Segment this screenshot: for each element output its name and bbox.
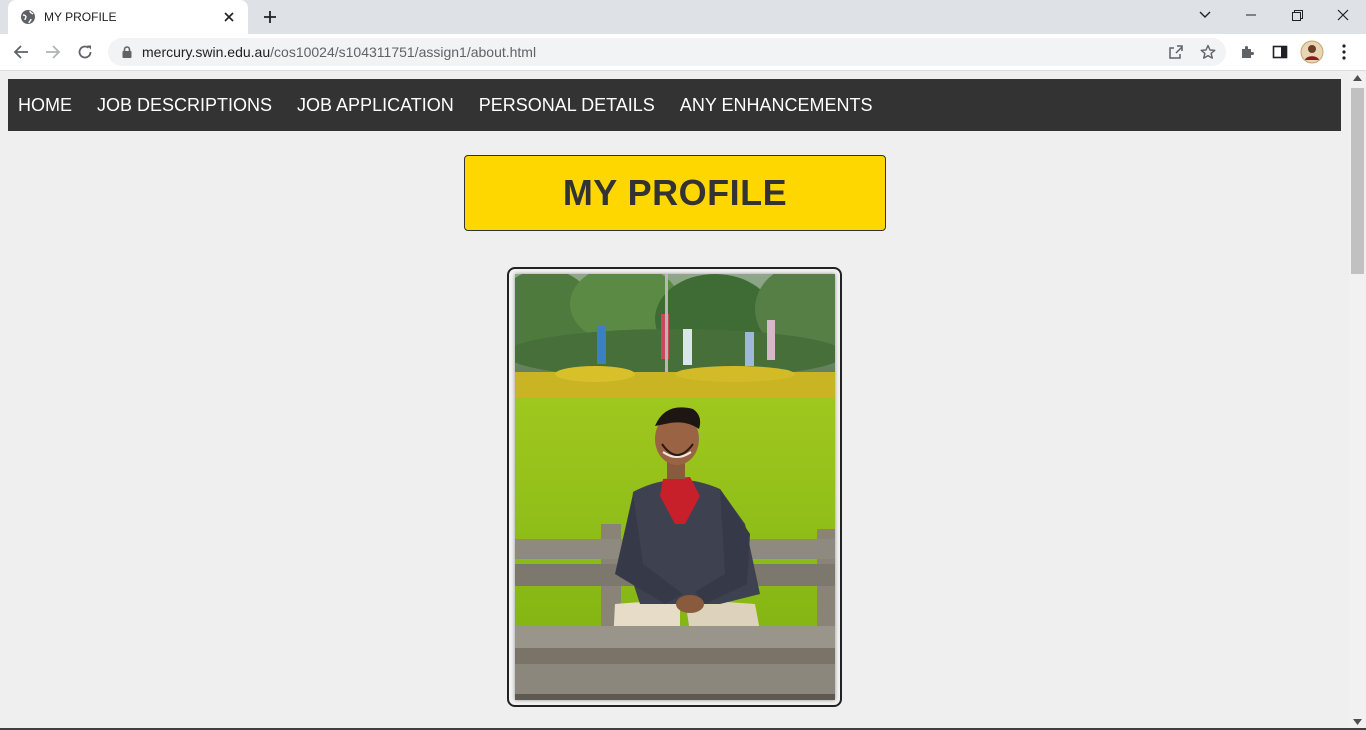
close-icon[interactable] bbox=[220, 8, 238, 26]
avatar[interactable] bbox=[1298, 38, 1326, 66]
plus-icon bbox=[264, 11, 276, 23]
browser-toolbar: mercury.swin.edu.au/cos10024/s104311751/… bbox=[0, 34, 1366, 71]
scrollbar-thumb[interactable] bbox=[1351, 88, 1364, 274]
puzzle-icon bbox=[1242, 46, 1254, 58]
extensions-button[interactable] bbox=[1234, 38, 1262, 66]
close-icon bbox=[1337, 9, 1349, 21]
scroll-down-arrow-icon bbox=[1353, 719, 1362, 725]
lock-icon[interactable] bbox=[120, 45, 134, 59]
close-window-button[interactable] bbox=[1320, 0, 1366, 30]
arrow-left-icon bbox=[13, 45, 28, 59]
minimize-button[interactable] bbox=[1228, 0, 1274, 30]
page-title: MY PROFILE bbox=[562, 172, 788, 213]
tab-search-button[interactable] bbox=[1182, 0, 1228, 30]
kebab-menu-icon bbox=[1342, 44, 1346, 60]
vertical-scrollbar[interactable] bbox=[1349, 72, 1366, 728]
restore-button[interactable] bbox=[1274, 0, 1320, 30]
nav-any-enhancements[interactable]: ANY ENHANCEMENTS bbox=[680, 95, 873, 116]
nav-home[interactable]: HOME bbox=[18, 95, 72, 116]
browser-menu-button[interactable] bbox=[1330, 38, 1358, 66]
page-viewport: HOME JOB DESCRIPTIONS JOB APPLICATION PE… bbox=[0, 72, 1366, 730]
url-text[interactable]: mercury.swin.edu.au/cos10024/s104311751/… bbox=[142, 44, 536, 60]
new-tab-button[interactable] bbox=[258, 5, 282, 29]
scroll-up-arrow-icon bbox=[1353, 75, 1362, 81]
nav-personal-details[interactable]: PERSONAL DETAILS bbox=[479, 95, 655, 116]
restore-icon bbox=[1291, 9, 1303, 21]
forward-button[interactable] bbox=[39, 38, 67, 66]
tab-title: MY PROFILE bbox=[44, 10, 117, 24]
share-icon[interactable] bbox=[1164, 40, 1188, 64]
back-button[interactable] bbox=[7, 38, 35, 66]
site-navbar: HOME JOB DESCRIPTIONS JOB APPLICATION PE… bbox=[8, 79, 1341, 131]
chevron-down-icon bbox=[1199, 11, 1211, 18]
minimize-icon bbox=[1246, 14, 1256, 16]
page-title-box: MY PROFILE bbox=[464, 155, 886, 231]
side-panel-icon bbox=[1272, 45, 1288, 59]
address-bar[interactable]: mercury.swin.edu.au/cos10024/s104311751/… bbox=[108, 38, 1226, 66]
star-icon[interactable] bbox=[1196, 40, 1220, 64]
globe-icon bbox=[20, 9, 36, 25]
profile-photo-frame bbox=[507, 267, 842, 707]
profile-photo bbox=[515, 274, 835, 700]
url-path: /cos10024/s104311751/assign1/about.html bbox=[270, 44, 537, 60]
nav-job-descriptions[interactable]: JOB DESCRIPTIONS bbox=[97, 95, 272, 116]
side-panel-button[interactable] bbox=[1266, 38, 1294, 66]
browser-tab-bar: MY PROFILE bbox=[0, 0, 1366, 34]
url-host: mercury.swin.edu.au bbox=[142, 44, 271, 60]
reload-icon bbox=[78, 45, 92, 59]
reload-button[interactable] bbox=[71, 38, 99, 66]
browser-tab[interactable]: MY PROFILE bbox=[8, 0, 248, 34]
nav-job-application[interactable]: JOB APPLICATION bbox=[297, 95, 454, 116]
arrow-right-icon bbox=[46, 45, 61, 59]
